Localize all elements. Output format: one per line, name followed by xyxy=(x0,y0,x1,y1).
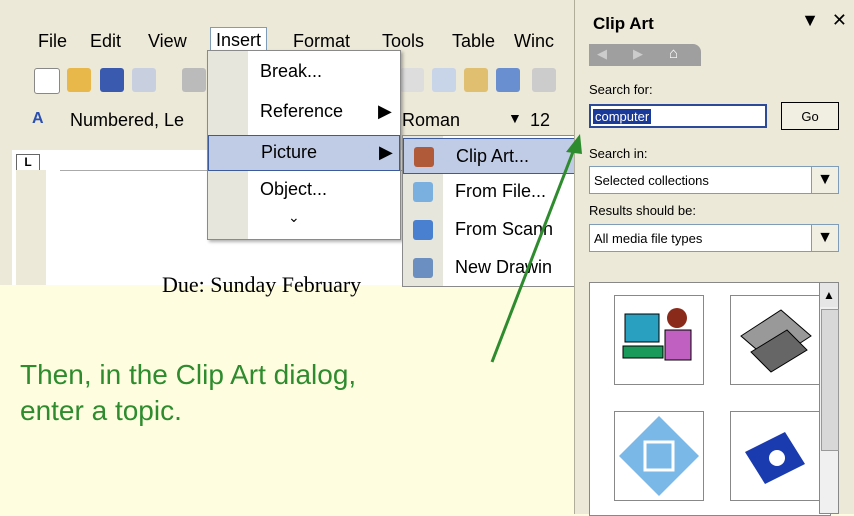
caption-line-1: Then, in the Clip Art dialog, xyxy=(20,359,357,390)
search-in-select[interactable]: Selected collections ▼ xyxy=(589,166,839,194)
forward-icon[interactable]: ▶ xyxy=(633,46,643,62)
annotation-arrow xyxy=(490,134,582,363)
pane-title: Clip Art xyxy=(593,14,654,33)
print-icon[interactable] xyxy=(182,68,206,92)
pane-nav-bar: ◀ ▶ ⌂ xyxy=(589,44,701,66)
menu-item-picture[interactable]: Picture ▶ xyxy=(208,135,400,171)
style-box[interactable]: Numbered, Le xyxy=(70,110,184,131)
dropdown-arrow-icon[interactable]: ▼ xyxy=(811,225,838,251)
menu-file[interactable]: File xyxy=(38,31,67,52)
computer-user-icon xyxy=(622,308,692,361)
menu-tools[interactable]: Tools xyxy=(382,31,424,52)
undo-icon[interactable] xyxy=(532,68,556,92)
menu-view[interactable]: View xyxy=(148,31,187,52)
submenu-arrow-icon: ▶ xyxy=(379,142,393,162)
open-folder-icon[interactable] xyxy=(67,68,91,92)
cut-icon[interactable] xyxy=(400,68,424,92)
caption-line-2: enter a topic. xyxy=(20,395,182,426)
scroll-thumb[interactable] xyxy=(821,309,839,451)
results-label: Results should be: xyxy=(589,203,696,218)
drawing-icon xyxy=(413,258,433,278)
go-button[interactable]: Go xyxy=(781,102,839,130)
clip-art-icon xyxy=(414,147,434,167)
save-icon[interactable] xyxy=(100,68,124,92)
new-document-icon[interactable] xyxy=(34,68,60,94)
image-file-icon xyxy=(413,182,433,202)
arrow-line xyxy=(490,143,578,363)
clip-disk-drives[interactable] xyxy=(730,295,820,385)
results-grid xyxy=(589,282,831,516)
results-scrollbar[interactable]: ▲ xyxy=(819,282,839,514)
menu-edit[interactable]: Edit xyxy=(90,31,121,52)
clip-computer-user[interactable] xyxy=(614,295,704,385)
search-for-label: Search for: xyxy=(589,82,653,97)
menu-format[interactable]: Format xyxy=(293,31,350,52)
menu-window[interactable]: Winc xyxy=(514,31,554,52)
circuit-board-icon xyxy=(619,416,699,496)
format-painter-icon[interactable] xyxy=(496,68,520,92)
submenu-arrow-icon: ▶ xyxy=(378,101,392,121)
clip-art-pane: Clip Art ▼ ✕ ◀ ▶ ⌂ Search for: computer … xyxy=(574,0,854,516)
results-type-select[interactable]: All media file types ▼ xyxy=(589,224,839,252)
instruction-caption: Then, in the Clip Art dialog, enter a to… xyxy=(20,357,500,429)
home-icon[interactable]: ⌂ xyxy=(669,45,678,62)
search-in-label: Search in: xyxy=(589,146,648,161)
pane-menu-icon[interactable]: ▼ xyxy=(801,10,819,30)
search-input[interactable]: computer xyxy=(589,104,767,128)
font-box[interactable]: Roman xyxy=(402,110,460,131)
paste-icon[interactable] xyxy=(464,68,488,92)
styles-icon[interactable]: A xyxy=(32,110,54,130)
scroll-up-icon[interactable]: ▲ xyxy=(820,283,838,307)
menu-item-reference[interactable]: Reference ▶ xyxy=(208,95,400,131)
vertical-ruler xyxy=(16,170,46,285)
copy-icon[interactable] xyxy=(432,68,456,92)
font-dropdown-arrow-icon[interactable]: ▼ xyxy=(508,110,522,126)
pane-controls: ▼ ✕ xyxy=(801,10,847,31)
floppy-disk-icon xyxy=(745,432,805,484)
arrow-head xyxy=(566,134,582,154)
menu-item-object[interactable]: Object... xyxy=(208,173,400,209)
document-text: Due: Sunday February xyxy=(162,272,362,297)
expand-menu-chevron-icon[interactable]: ⌄ xyxy=(288,209,300,226)
insert-menu: Break... Reference ▶ Picture ▶ Object... ⌄ xyxy=(207,50,401,240)
disk-drive-icon xyxy=(740,309,812,373)
menu-table[interactable]: Table xyxy=(452,31,495,52)
permission-icon[interactable] xyxy=(132,68,156,92)
scanner-icon xyxy=(413,220,433,240)
clip-floppy-disk[interactable] xyxy=(730,411,820,501)
close-icon[interactable]: ✕ xyxy=(832,10,847,30)
font-size-box[interactable]: 12 xyxy=(530,110,550,131)
menu-item-break[interactable]: Break... xyxy=(208,55,400,91)
dropdown-arrow-icon[interactable]: ▼ xyxy=(811,167,838,193)
clip-circuit-board[interactable] xyxy=(614,411,704,501)
back-icon[interactable]: ◀ xyxy=(597,46,607,62)
